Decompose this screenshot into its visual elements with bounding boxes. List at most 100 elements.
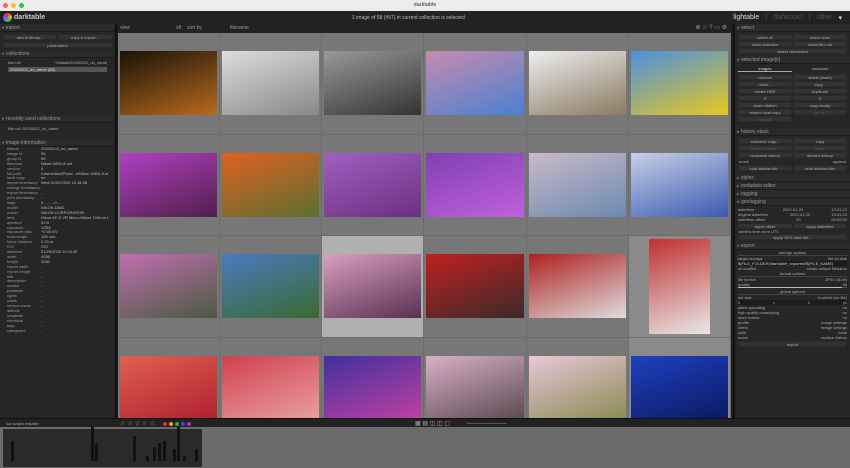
recent-collections-header[interactable]: recently used collections bbox=[0, 115, 115, 123]
apply-gpx-button[interactable]: apply GPX track file... bbox=[738, 234, 847, 240]
thumbnail-image[interactable] bbox=[222, 152, 320, 217]
quality-slider[interactable] bbox=[738, 287, 847, 288]
thumbnail-image[interactable] bbox=[120, 152, 218, 217]
view-lighttable[interactable]: lightable bbox=[733, 14, 759, 22]
select-all-button[interactable]: select all bbox=[738, 34, 792, 40]
thumbnail-cell[interactable] bbox=[526, 33, 629, 135]
color-label-icon[interactable] bbox=[162, 422, 167, 426]
thumbnail-image[interactable] bbox=[426, 51, 524, 115]
thumbnail-image[interactable] bbox=[630, 355, 728, 420]
selected-images-button[interactable]: delete (trash) bbox=[793, 74, 847, 80]
collection-rule[interactable]: film roll bbox=[8, 60, 21, 65]
add-to-library-button[interactable]: add to library... bbox=[3, 34, 57, 40]
thumbnail-cell[interactable] bbox=[118, 236, 221, 338]
layout-icons[interactable]: ▦ ▤ ◫ ◫ ▢ bbox=[415, 420, 450, 427]
tab-images[interactable]: images bbox=[738, 66, 792, 72]
color-label-icon[interactable] bbox=[186, 422, 191, 426]
metadata-editor-header[interactable]: metadata editor bbox=[735, 182, 850, 190]
thumbnail-image[interactable] bbox=[630, 152, 728, 217]
star-icon[interactable]: ☆ bbox=[135, 420, 140, 427]
thumbnail-image[interactable] bbox=[630, 51, 728, 115]
select-module-header[interactable]: select bbox=[735, 24, 850, 32]
close-window-button[interactable] bbox=[3, 3, 8, 8]
thumbnail-image[interactable] bbox=[648, 239, 710, 334]
select-none-button[interactable]: select none bbox=[793, 34, 847, 40]
thumbnail-cell[interactable] bbox=[220, 236, 323, 338]
selected-images-button[interactable]: copy locally bbox=[793, 102, 847, 108]
thumbnail-cell[interactable] bbox=[220, 33, 323, 135]
history-button[interactable]: selective copy... bbox=[738, 138, 792, 144]
toolbar-icons[interactable]: ⊕ ☆ ? ▭ ⚙ bbox=[696, 24, 727, 31]
select-film-roll-button[interactable]: select film roll bbox=[793, 41, 847, 47]
thumbnail-cell[interactable] bbox=[118, 33, 221, 135]
image-information-header[interactable]: image information bbox=[0, 139, 115, 147]
view-other[interactable]: other bbox=[817, 14, 833, 22]
thumbnail-image[interactable] bbox=[120, 355, 218, 420]
view-darkroom[interactable]: darkroom bbox=[773, 14, 803, 22]
lua-scripts-installer[interactable]: lua scripts installer bbox=[6, 421, 39, 426]
thumbnail-cell[interactable] bbox=[322, 134, 425, 236]
selected-images-button[interactable]: ↺ bbox=[738, 95, 792, 101]
thumbnail-cell[interactable] bbox=[526, 236, 629, 338]
load-sidecar-button[interactable]: load sidecar file... bbox=[738, 165, 792, 171]
select-untouched-button[interactable]: select untouched bbox=[738, 48, 847, 54]
export-header[interactable]: export bbox=[735, 242, 850, 250]
thumbnail-cell[interactable] bbox=[220, 134, 323, 236]
history-stack-header[interactable]: history stack bbox=[735, 128, 850, 136]
selected-images-button[interactable]: ↻ bbox=[793, 95, 847, 101]
thumbnail-image[interactable] bbox=[426, 254, 524, 318]
star-icon[interactable]: ☆ bbox=[142, 420, 147, 427]
selected-images-button[interactable]: create HDR bbox=[738, 88, 792, 94]
thumbnail-cell[interactable] bbox=[424, 33, 527, 135]
copy-import-button[interactable]: copy & import... bbox=[58, 34, 112, 40]
color-label-icon[interactable] bbox=[174, 422, 179, 426]
thumbnail-image[interactable] bbox=[528, 152, 626, 217]
collection-rule-value[interactable]: ~/Mobile/20200202_no_name bbox=[54, 60, 107, 65]
timezone-input[interactable]: UTC bbox=[771, 229, 779, 234]
thumbnail-image[interactable] bbox=[120, 254, 218, 318]
geotag-value[interactable]: 00:00:00 bbox=[831, 217, 847, 222]
selected-images-button[interactable]: remove bbox=[738, 74, 792, 80]
import-module-header[interactable]: import bbox=[0, 24, 115, 32]
invert-selection-button[interactable]: invert selection bbox=[738, 41, 792, 47]
history-button[interactable]: copy bbox=[793, 138, 847, 144]
tagging-header[interactable]: tagging bbox=[735, 190, 850, 198]
star-icon[interactable]: ☆ bbox=[120, 420, 125, 427]
selected-images-button[interactable]: reset rotation bbox=[738, 102, 792, 108]
views-dropdown-icon[interactable]: ▾ bbox=[838, 14, 842, 22]
height-input[interactable]: 0 bbox=[808, 300, 810, 305]
mode-dropdown[interactable]: append bbox=[833, 159, 846, 164]
geotagging-header[interactable]: geotagging bbox=[735, 198, 850, 206]
thumbnail-image[interactable] bbox=[324, 355, 422, 420]
selected-images-button[interactable]: ungroup bbox=[738, 116, 792, 122]
thumbnail-image[interactable] bbox=[324, 152, 422, 217]
zoom-selector[interactable]: x8 bbox=[176, 25, 181, 31]
thumbnail-cell[interactable] bbox=[424, 134, 527, 236]
color-label-icon[interactable] bbox=[180, 422, 185, 426]
thumbnail-cell[interactable] bbox=[322, 236, 425, 338]
thumbnail-cell[interactable] bbox=[628, 134, 731, 236]
thumbnail-cell[interactable] bbox=[322, 33, 425, 135]
thumbnail-image[interactable] bbox=[426, 355, 524, 420]
thumbnail-image[interactable] bbox=[426, 152, 524, 217]
recent-collection-item[interactable]: film roll 20200202_no_name bbox=[0, 123, 115, 139]
selected-images-button[interactable]: copy... bbox=[793, 81, 847, 87]
apply-datetime-button[interactable]: apply date/time bbox=[793, 223, 847, 229]
thumbnail-image[interactable] bbox=[528, 51, 626, 115]
star-icon[interactable]: ☆ bbox=[127, 420, 132, 427]
thumbnail-image[interactable] bbox=[528, 355, 626, 420]
zoom-window-button[interactable] bbox=[19, 3, 24, 8]
conflict-dropdown[interactable]: create unique filename bbox=[807, 266, 847, 271]
selected-images-header[interactable]: selected image[s] bbox=[735, 56, 850, 64]
export-button[interactable]: export bbox=[738, 341, 847, 347]
tab-metadata[interactable]: metadata bbox=[793, 66, 847, 72]
thumbnail-image[interactable] bbox=[324, 254, 422, 318]
minimize-window-button[interactable] bbox=[11, 3, 16, 8]
thumbnail-image[interactable] bbox=[120, 51, 218, 115]
import-parameters-button[interactable]: parameters bbox=[3, 42, 112, 48]
history-button[interactable]: selective paste... bbox=[738, 145, 792, 151]
history-button[interactable]: paste bbox=[793, 145, 847, 151]
history-button[interactable]: discard history bbox=[793, 152, 847, 158]
timeline-histogram[interactable] bbox=[3, 427, 202, 467]
selected-images-button[interactable]: resync local copy bbox=[738, 109, 792, 115]
